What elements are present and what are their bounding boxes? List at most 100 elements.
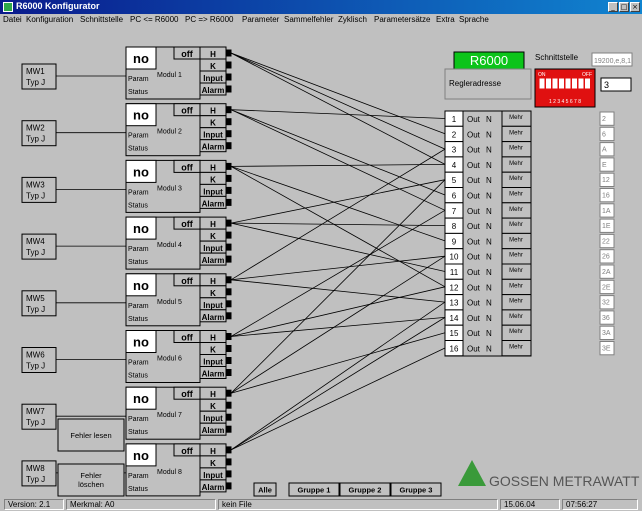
fehler-lesen-button[interactable]: Fehler lesen — [57, 418, 125, 452]
module-input-button-label: Input — [203, 414, 223, 423]
module-alarm-button-label: Alarm — [202, 199, 225, 208]
output-panel: 1 Out N Mehr 22 Out N Mehr 63 Out N Mehr A4 Out N Mehr E… — [444, 110, 615, 357]
dip-lever[interactable] — [585, 78, 590, 89]
sensor-box[interactable]: MW6 Typ J — [21, 347, 57, 373]
hex-code: 6 — [602, 131, 606, 138]
module-block: no Param Status Modul 3 off HK Input Alarm — [125, 159, 232, 213]
hex-code-box: 2A — [599, 264, 615, 279]
module-state: no — [133, 108, 149, 123]
module-connector — [225, 413, 232, 421]
sensor-box[interactable]: MW3 Typ J — [21, 176, 57, 203]
module-connector — [225, 458, 232, 466]
output-n-label: N — [486, 299, 492, 308]
output-out-label: Out — [467, 253, 481, 262]
dip-switch[interactable]: ON OFF 1 2 3 4 5 6 7 8 — [534, 68, 596, 108]
minimize-icon[interactable]: _ — [608, 2, 618, 12]
output-n-label: N — [486, 283, 492, 292]
output-out-label: Out — [467, 314, 481, 323]
module-input-button-label: Input — [203, 244, 223, 253]
module-off-label: off — [181, 49, 193, 59]
menu-extra[interactable]: Extra — [436, 14, 455, 26]
output-mehr-label: Mehr — [509, 283, 523, 289]
output-out-label: Out — [467, 207, 481, 216]
hex-code-box: 26 — [599, 249, 615, 264]
dip-lever[interactable] — [565, 78, 571, 89]
hex-code-box: 6 — [599, 126, 615, 142]
output-number: 14 — [450, 314, 459, 323]
gruppe2-button[interactable]: Gruppe 2 — [339, 482, 391, 497]
output-number: 4 — [452, 161, 457, 170]
fehler-loeschen-button-label: löschen — [78, 480, 104, 489]
connection-line — [230, 109, 446, 196]
output-out-label: Out — [467, 115, 481, 124]
dip-lever[interactable] — [572, 78, 577, 89]
sensor-name: MW4 — [26, 237, 45, 246]
hex-code-box: 3E — [599, 341, 615, 356]
dip-on-label: ON — [538, 72, 546, 78]
module-status-label: Status — [128, 202, 148, 209]
menu-parameter[interactable]: Parameter — [242, 14, 279, 26]
menu-pc-from-r6000[interactable]: PC <= R6000 — [130, 14, 178, 26]
sensor-box[interactable]: MW1 Typ J — [21, 63, 57, 90]
dip-lever[interactable] — [578, 78, 584, 89]
menu-konfiguration[interactable]: Konfiguration — [26, 14, 73, 26]
module-alarm-button-label: Alarm — [202, 370, 225, 379]
module-connector — [225, 118, 232, 126]
output-number: 3 — [452, 146, 457, 155]
hex-code-box: 2 — [599, 111, 615, 126]
module-block: no Param Status Modul 4 off HK Input Alarm — [125, 216, 232, 270]
output-mehr-label: Mehr — [509, 192, 523, 198]
dip-lever[interactable] — [552, 78, 558, 89]
output-out-label: Out — [467, 345, 481, 354]
sensor-box[interactable]: MW7 Typ J — [21, 403, 57, 430]
module-connector — [225, 162, 232, 170]
sensor-box[interactable]: MW8 Typ J — [21, 460, 57, 487]
hex-code: E — [602, 162, 607, 169]
module-label: Modul 8 — [157, 469, 182, 476]
connection-line — [230, 148, 446, 281]
hex-code: 2E — [602, 284, 611, 291]
output-number: 2 — [452, 130, 457, 139]
connection-line — [230, 166, 446, 242]
menu-schnittstelle[interactable]: Schnittstelle — [80, 14, 123, 26]
hex-code: 22 — [602, 238, 610, 245]
module-status-label: Status — [128, 316, 148, 323]
menu-datei[interactable]: Datei — [3, 14, 22, 26]
module-k-button-label: K — [210, 346, 216, 355]
module-off-label: off — [181, 219, 193, 229]
hex-code-box: 3A — [599, 325, 615, 341]
module-block: no Param Status Modul 5 off HK Input Alarm — [125, 273, 232, 327]
output-out-label: Out — [467, 299, 481, 308]
menu-pc-to-r6000[interactable]: PC => R6000 — [185, 14, 233, 26]
maximize-icon[interactable]: □ — [619, 2, 629, 12]
close-icon[interactable]: × — [630, 2, 640, 12]
sensor-name: MW5 — [26, 294, 45, 303]
sensor-box[interactable]: MW5 Typ J — [21, 290, 57, 317]
dip-lever[interactable] — [546, 78, 551, 89]
module-connector — [225, 106, 232, 114]
connection-line — [230, 279, 446, 303]
sensor-box[interactable]: MW4 Typ J — [21, 233, 57, 260]
gruppe3-button[interactable]: Gruppe 3 — [390, 482, 442, 497]
menu-zyklisch[interactable]: Zyklisch — [338, 14, 367, 26]
status-time: 07:56:27 — [562, 499, 638, 510]
menu-parametersaetze[interactable]: Parametersätze — [374, 14, 430, 26]
dip-lever[interactable] — [559, 78, 564, 89]
hex-code-box: 22 — [599, 233, 615, 249]
module-block: no Param Status Modul 6 off HK Input Alarm — [125, 330, 232, 383]
status-merkmal: Merkmal: A0 — [66, 499, 216, 510]
module-label: Modul 6 — [157, 356, 182, 363]
sensor-box[interactable]: MW2 Typ J — [21, 120, 57, 147]
output-mehr-label: Mehr — [509, 222, 523, 228]
alle-button[interactable]: Alle — [253, 482, 277, 497]
fehler-loeschen-button[interactable]: Fehlerlöschen — [57, 463, 125, 497]
output-mehr-label: Mehr — [509, 207, 523, 213]
menu-sammelfehler[interactable]: Sammelfehler — [284, 14, 333, 26]
menu-sprache[interactable]: Sprache — [459, 14, 489, 26]
gruppe1-button[interactable]: Gruppe 1 — [288, 482, 340, 497]
address-label: Regleradresse — [449, 79, 502, 88]
module-alarm-button-label: Alarm — [202, 143, 225, 152]
module-block: no Param Status Modul 2 off HK Input Alarm — [125, 103, 232, 157]
dip-lever[interactable] — [539, 78, 545, 89]
connection-line — [230, 317, 446, 451]
